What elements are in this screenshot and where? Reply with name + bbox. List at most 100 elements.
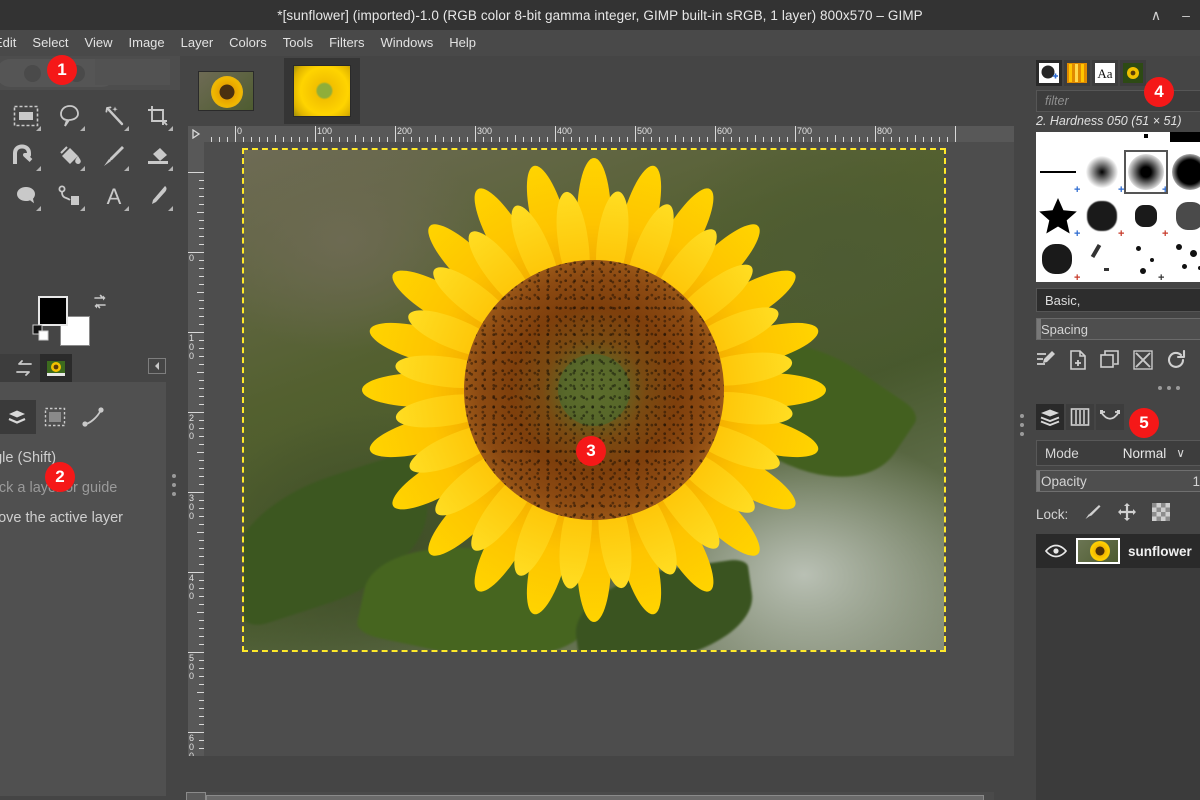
menu-help[interactable]: Help	[441, 30, 484, 56]
move-layer-mode[interactable]	[0, 400, 36, 434]
spacing-fill	[1037, 319, 1041, 339]
lock-position-icon[interactable]	[1118, 503, 1136, 526]
fonts-tab[interactable]: Aa	[1092, 60, 1118, 86]
svg-text:Aa: Aa	[1097, 66, 1112, 81]
channels-tab[interactable]	[1066, 404, 1094, 430]
swap-colors-icon[interactable]	[92, 294, 108, 313]
brush-item[interactable]	[1168, 132, 1200, 150]
layer-mode-selector[interactable]: Mode Normal ∨	[1036, 440, 1200, 466]
minimize-button[interactable]: –	[1178, 8, 1194, 22]
brush-item[interactable]: +	[1036, 238, 1080, 282]
menu-layer[interactable]: Layer	[173, 30, 222, 56]
patterns-tab[interactable]	[1064, 60, 1090, 86]
brush-item[interactable]: +	[1036, 194, 1080, 238]
tool-expand-triangle-icon	[124, 126, 129, 131]
brush-spacing-slider[interactable]: Spacing 10	[1036, 318, 1200, 340]
right-dock: Aa filter 2. Hardness 050 (51 × 51)	[1030, 56, 1200, 800]
brush-item[interactable]: +	[1168, 194, 1200, 238]
brush-grid[interactable]: + + + + +	[1036, 132, 1200, 282]
delete-brush-button[interactable]	[1133, 350, 1153, 375]
move-path-mode[interactable]	[74, 400, 112, 434]
path-tool[interactable]	[48, 176, 92, 216]
dock-resize-grip[interactable]	[1020, 414, 1024, 436]
free-select-tool[interactable]	[48, 96, 92, 136]
layer-opacity-slider[interactable]: Opacity 100	[1036, 470, 1200, 492]
foreground-color-swatch[interactable]	[38, 296, 68, 326]
brush-tag-input[interactable]: Basic,	[1036, 288, 1200, 312]
tool-expand-triangle-icon	[36, 206, 41, 211]
vertical-ruler[interactable]: 0100200300400500600	[188, 142, 204, 756]
scrollbar-thumb[interactable]	[206, 795, 984, 800]
text-tool[interactable]: A	[92, 176, 136, 216]
brush-selection-highlight	[1124, 150, 1168, 194]
horizontal-ruler[interactable]: 0100200300400500600700800	[188, 126, 1014, 142]
menu-image[interactable]: Image	[121, 30, 173, 56]
brush-item[interactable]	[1124, 132, 1168, 150]
lock-alpha-icon[interactable]	[1152, 503, 1170, 526]
menu-edit[interactable]: Edit	[0, 30, 24, 56]
paintbrush-tool[interactable]	[92, 136, 136, 176]
edit-brush-button[interactable]	[1036, 350, 1056, 375]
brush-item[interactable]: +	[1168, 150, 1200, 194]
menu-filters[interactable]: Filters	[321, 30, 372, 56]
brush-item[interactable]: +	[1080, 194, 1124, 238]
undo-history-tab[interactable]	[8, 354, 40, 382]
crop-tool[interactable]	[136, 96, 180, 136]
bucket-fill-tool[interactable]	[48, 136, 92, 176]
brush-filter-input[interactable]: filter	[1036, 90, 1200, 112]
horizontal-scrollbar[interactable]	[204, 792, 994, 800]
brush-item[interactable]: +	[1124, 238, 1168, 282]
images-tab[interactable]	[40, 354, 72, 382]
canvas-viewport[interactable]	[204, 142, 1014, 756]
paths-tab[interactable]	[1096, 404, 1124, 430]
rectangle-select-tool[interactable]	[4, 96, 48, 136]
quick-mask-toggle-button[interactable]	[186, 792, 206, 800]
dock-separator-grip[interactable]	[1158, 386, 1180, 390]
menu-windows[interactable]: Windows	[373, 30, 442, 56]
eraser-tool[interactable]	[136, 136, 180, 176]
smudge-tool[interactable]	[4, 176, 48, 216]
dock-grip-handle[interactable]	[172, 474, 176, 501]
window-title: *[sunflower] (imported)-1.0 (RGB color 8…	[277, 8, 923, 23]
images-thumb-tab[interactable]	[1120, 60, 1146, 86]
brush-item[interactable]: +	[1080, 150, 1124, 194]
wilber-eye-left-icon	[24, 65, 41, 82]
image-tab-sunflower-dark[interactable]	[184, 58, 268, 124]
mode-value: Normal	[1123, 446, 1167, 461]
ink-tool[interactable]	[136, 176, 180, 216]
toolbox-header	[0, 56, 180, 90]
brushes-tab[interactable]	[1036, 60, 1062, 86]
reset-colors-icon[interactable]	[32, 324, 50, 347]
layers-tab[interactable]	[1036, 404, 1064, 430]
tool-expand-triangle-icon	[36, 166, 41, 171]
menu-view[interactable]: View	[77, 30, 121, 56]
tool-expand-triangle-icon	[168, 166, 173, 171]
image-window: 0100200300400500600700800 01002003004005…	[180, 56, 1030, 800]
brush-item[interactable]: +	[1168, 238, 1200, 282]
menu-select[interactable]: Select	[24, 30, 76, 56]
new-brush-button[interactable]	[1069, 350, 1087, 375]
image-canvas[interactable]	[244, 150, 944, 650]
duplicate-brush-button[interactable]	[1100, 350, 1120, 375]
brush-item[interactable]	[1080, 132, 1124, 150]
lock-pixels-icon[interactable]	[1084, 503, 1102, 526]
layer-visibility-eye-icon[interactable]	[1036, 544, 1076, 558]
device-status-tab[interactable]	[0, 354, 8, 382]
refresh-brushes-button[interactable]	[1166, 350, 1186, 375]
layer-list[interactable]: sunflower	[1036, 534, 1200, 800]
ruler-origin-button[interactable]	[188, 126, 204, 142]
menu-colors[interactable]: Colors	[221, 30, 275, 56]
brush-item[interactable]: +	[1036, 150, 1080, 194]
layer-row-sunflower[interactable]: sunflower	[1036, 534, 1200, 568]
transform-tool[interactable]	[4, 136, 48, 176]
brush-item[interactable]: +	[1124, 194, 1168, 238]
menu-tools[interactable]: Tools	[275, 30, 321, 56]
tool-expand-triangle-icon	[168, 206, 173, 211]
tool-option-move-label: Move the active layer	[0, 510, 123, 526]
image-tab-sunflower-bright[interactable]	[284, 58, 360, 124]
move-selection-mode[interactable]	[36, 400, 74, 434]
dock-collapse-button[interactable]	[148, 358, 166, 374]
brush-item[interactable]	[1080, 238, 1124, 282]
collapse-button[interactable]: ∧	[1148, 8, 1164, 22]
fuzzy-select-tool[interactable]	[92, 96, 136, 136]
